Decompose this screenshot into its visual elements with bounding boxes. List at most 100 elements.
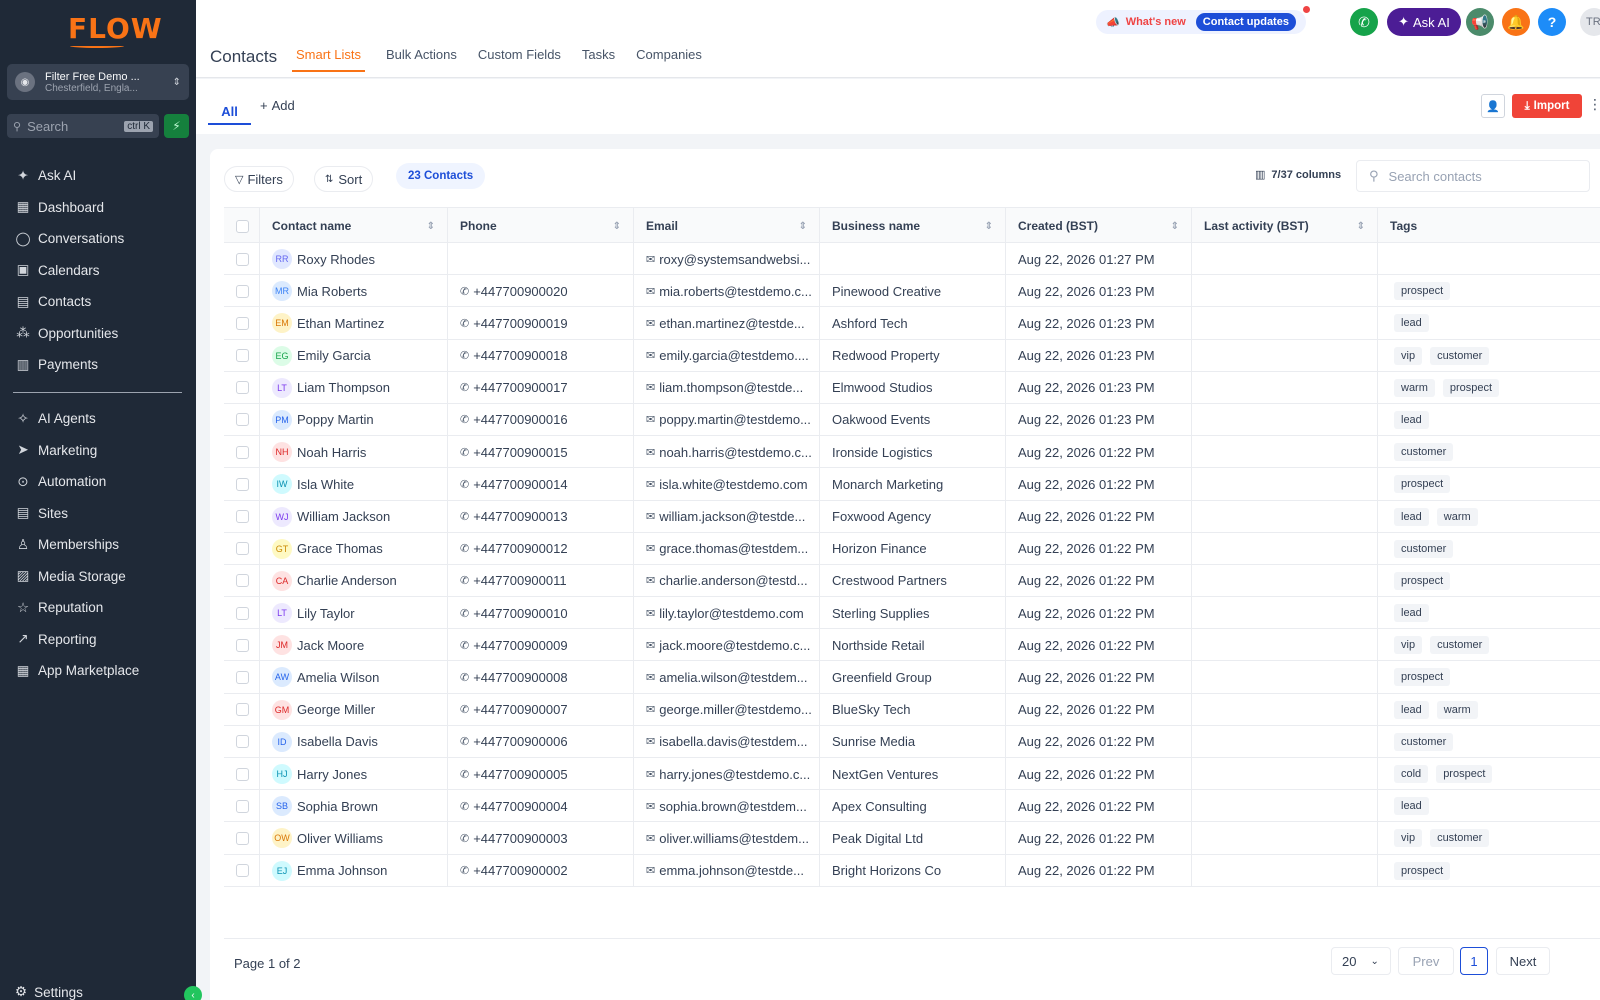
row-checkbox[interactable] (236, 767, 249, 781)
mail-icon[interactable]: ✉ (646, 413, 655, 426)
table-row[interactable]: MR Mia Roberts ✆ +447700900020 ✉ mia.roberts@… (224, 275, 1600, 308)
sort-button[interactable]: ⇅ Sort (314, 166, 374, 192)
announcement-icon[interactable]: 📢 (1466, 8, 1494, 36)
mail-icon[interactable]: ✉ (646, 832, 655, 845)
mail-icon[interactable]: ✉ (646, 735, 655, 748)
row-checkbox[interactable] (236, 831, 249, 845)
table-row[interactable]: IW Isla White ✆ +447700900014 ✉ isla.white@te… (224, 468, 1600, 501)
sidebar-item-opportunities[interactable]: ⁂ Opportunities (0, 318, 196, 350)
row-checkbox[interactable] (236, 638, 249, 652)
phone-icon[interactable]: ✆ (460, 446, 469, 459)
import-button[interactable]: ⤓ Import (1512, 94, 1582, 118)
bell-icon[interactable]: 🔔 (1502, 8, 1530, 36)
next-page-button[interactable]: Next (1496, 947, 1550, 975)
contact-name[interactable]: Jack Moore (297, 638, 364, 653)
phone-icon[interactable]: ✆ (460, 317, 469, 330)
phone-icon[interactable]: ✆ (460, 703, 469, 716)
mail-icon[interactable]: ✉ (646, 446, 655, 459)
contact-name-cell[interactable]: SB Sophia Brown (260, 790, 448, 823)
collapse-sidebar-button[interactable]: ‹ (184, 986, 202, 1000)
sort-arrows-icon[interactable]: ⇕ (613, 221, 621, 232)
contact-name[interactable]: Emily Garcia (297, 348, 371, 363)
contact-updates-pill[interactable]: Contact updates (1195, 13, 1296, 31)
phone-icon[interactable]: ✆ (460, 800, 469, 813)
sidebar-item-dashboard[interactable]: ▦ Dashboard (0, 192, 196, 224)
contact-name-cell[interactable]: JM Jack Moore (260, 629, 448, 662)
row-checkbox[interactable] (236, 413, 249, 427)
phone-icon[interactable]: ✆ (460, 735, 469, 748)
mail-icon[interactable]: ✉ (646, 671, 655, 684)
sort-arrows-icon[interactable]: ⇕ (427, 221, 435, 232)
phone-call-icon[interactable]: ✆ (1350, 8, 1378, 36)
table-row[interactable]: SB Sophia Brown ✆ +447700900004 ✉ sophia.brow… (224, 790, 1600, 823)
tab-bulk-actions[interactable]: Bulk Actions (386, 47, 457, 72)
sidebar-search[interactable]: ⚲ Search ctrl K (7, 114, 159, 138)
contact-name-cell[interactable]: MR Mia Roberts (260, 275, 448, 308)
contact-name-cell[interactable]: EM Ethan Martinez (260, 307, 448, 340)
contact-name[interactable]: Amelia Wilson (297, 670, 379, 685)
add-contact-icon[interactable]: 👤 (1481, 94, 1505, 118)
mail-icon[interactable]: ✉ (646, 510, 655, 523)
table-row[interactable]: AW Amelia Wilson ✆ +447700900008 ✉ amelia.wil… (224, 661, 1600, 694)
app-logo[interactable]: FLOW (68, 12, 163, 45)
contact-name[interactable]: Charlie Anderson (297, 573, 397, 588)
contact-name-cell[interactable]: PM Poppy Martin (260, 403, 448, 436)
contact-name[interactable]: George Miller (297, 702, 375, 717)
row-checkbox[interactable] (236, 574, 249, 588)
sidebar-item-marketing[interactable]: ➤ Marketing (0, 435, 196, 467)
table-row[interactable]: LT Lily Taylor ✆ +447700900010 ✉ lily.taylor@… (224, 597, 1600, 630)
sidebar-item-ask-ai[interactable]: ✦ Ask AI (0, 160, 196, 192)
prev-page-button[interactable]: Prev (1398, 947, 1454, 975)
add-list-button[interactable]: + Add (260, 98, 295, 113)
phone-icon[interactable]: ✆ (460, 607, 469, 620)
contact-name[interactable]: Roxy Rhodes (297, 252, 375, 267)
contact-name[interactable]: Lily Taylor (297, 606, 355, 621)
help-icon[interactable]: ? (1538, 8, 1566, 36)
account-switcher[interactable]: ◉ Filter Free Demo ... Chesterfield, Eng… (7, 64, 189, 100)
row-checkbox[interactable] (236, 799, 249, 813)
per-page-select[interactable]: 20 ⌄ (1331, 947, 1391, 975)
row-checkbox[interactable] (236, 735, 249, 749)
contact-name[interactable]: Emma Johnson (297, 863, 387, 878)
table-row[interactable]: EJ Emma Johnson ✆ +447700900002 ✉ emma.johnso… (224, 854, 1600, 887)
user-avatar[interactable]: TR (1580, 8, 1600, 36)
contact-name-cell[interactable]: NH Noah Harris (260, 436, 448, 469)
contact-name-cell[interactable]: HJ Harry Jones (260, 758, 448, 790)
mail-icon[interactable]: ✉ (646, 285, 655, 298)
table-row[interactable]: RR Roxy Rhodes ✉ roxy@systemsandwebsi... Aug… (224, 243, 1600, 276)
sidebar-item-sites[interactable]: ▤ Sites (0, 498, 196, 530)
phone-icon[interactable]: ✆ (460, 478, 469, 491)
mail-icon[interactable]: ✉ (646, 574, 655, 587)
mail-icon[interactable]: ✉ (646, 639, 655, 652)
tab-custom-fields[interactable]: Custom Fields (478, 47, 561, 72)
table-row[interactable]: NH Noah Harris ✆ +447700900015 ✉ noah.harris@… (224, 436, 1600, 469)
table-row[interactable]: PM Poppy Martin ✆ +447700900016 ✉ poppy.marti… (224, 403, 1600, 437)
contact-name[interactable]: Grace Thomas (297, 541, 383, 556)
table-row[interactable]: OW Oliver Williams ✆ +447700900003 ✉ oliver.w… (224, 822, 1600, 855)
row-checkbox[interactable] (236, 381, 249, 395)
mail-icon[interactable]: ✉ (646, 800, 655, 813)
column-header-contact-name[interactable]: Contact name ⇕ (260, 208, 448, 244)
contact-name[interactable]: Ethan Martinez (297, 316, 384, 331)
contact-name[interactable]: Mia Roberts (297, 284, 367, 299)
contact-name-cell[interactable]: LT Lily Taylor (260, 597, 448, 630)
sidebar-item-contacts[interactable]: ▤ Contacts (0, 286, 196, 318)
row-checkbox[interactable] (236, 252, 249, 266)
mail-icon[interactable]: ✉ (646, 349, 655, 362)
column-header-business-name[interactable]: Business name ⇕ (820, 208, 1006, 244)
select-all-checkbox[interactable] (236, 219, 249, 233)
column-header-phone[interactable]: Phone ⇕ (448, 208, 634, 244)
table-row[interactable]: LT Liam Thompson ✆ +447700900017 ✉ liam.thomp… (224, 371, 1600, 404)
contact-name[interactable]: Liam Thompson (297, 380, 390, 395)
sort-arrows-icon[interactable]: ⇕ (1357, 221, 1365, 232)
phone-icon[interactable]: ✆ (460, 671, 469, 684)
phone-icon[interactable]: ✆ (460, 832, 469, 845)
phone-icon[interactable]: ✆ (460, 768, 469, 781)
tab-smart-lists[interactable]: Smart Lists (292, 47, 366, 72)
sidebar-item-automation[interactable]: ⊙ Automation (0, 466, 196, 498)
contact-name[interactable]: William Jackson (297, 509, 390, 524)
contact-name-cell[interactable]: LT Liam Thompson (260, 371, 448, 404)
phone-icon[interactable]: ✆ (460, 381, 469, 394)
mail-icon[interactable]: ✉ (646, 253, 655, 266)
contact-name-cell[interactable]: RR Roxy Rhodes (260, 243, 448, 275)
